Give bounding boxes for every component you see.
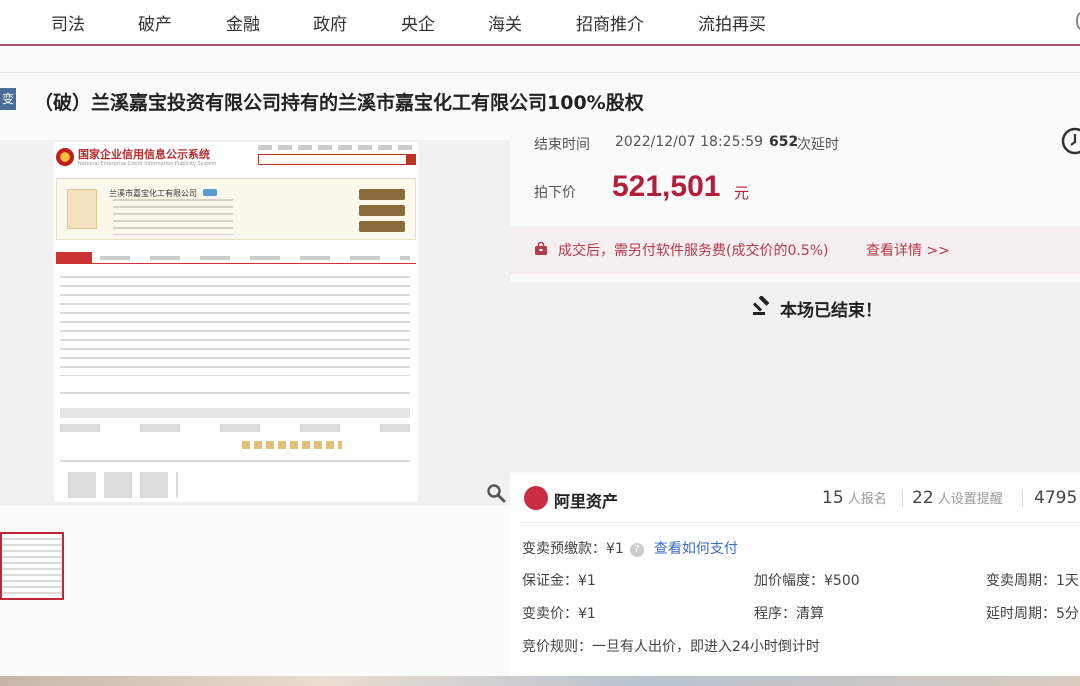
procedure: 程序：清算	[754, 606, 824, 622]
doc-button	[359, 205, 405, 216]
doc-search-icon	[406, 154, 416, 165]
nav-item-finance[interactable]: 金融	[226, 10, 260, 35]
extend-count: 652	[769, 134, 799, 150]
doc-tab-active	[56, 252, 92, 264]
nav-edge-icon	[1076, 12, 1080, 30]
price-label: 拍下价	[534, 185, 576, 201]
license-icon	[67, 189, 97, 229]
final-price: 521,501	[612, 170, 721, 203]
extend-suffix: 次延时	[797, 137, 839, 153]
doc-registration-info	[60, 276, 410, 376]
thumbnail-preview	[2, 538, 62, 596]
views-count: 4795	[1034, 488, 1078, 508]
status-badge	[203, 189, 217, 196]
deposit: 保证金：¥1	[522, 573, 596, 589]
reminder-clock-icon[interactable]	[1060, 126, 1080, 156]
nav-item-judicial[interactable]: 司法	[51, 10, 85, 35]
reminder-stat: 22 人设置提醒	[912, 488, 1003, 508]
doc-button	[359, 221, 405, 232]
prepay-row: 变卖预缴款：¥1? 查看如何支付	[522, 538, 738, 558]
delay-period: 延时周期：5分	[986, 606, 1079, 622]
doc-system-en: National Enterprise Credit Information P…	[78, 161, 217, 167]
divider	[0, 72, 1080, 73]
help-icon[interactable]: ?	[629, 543, 644, 557]
doc-section-heading	[60, 460, 410, 466]
doc-people	[68, 472, 178, 498]
sale-price: 变卖价：¥1	[522, 606, 596, 622]
reminder-label: 人设置提醒	[937, 492, 1003, 507]
end-time-label: 结束时间	[534, 137, 590, 153]
divider	[520, 522, 1080, 523]
views-stat: 4795	[1034, 488, 1077, 508]
doc-tab-labels	[100, 256, 410, 260]
company-details	[113, 199, 233, 235]
auction-status-panel: 本场已结束！	[510, 282, 1080, 472]
lot-type-badge: 变	[0, 88, 16, 110]
nav-item-relist[interactable]: 流拍再买	[698, 10, 766, 35]
nav-item-government[interactable]: 政府	[313, 10, 347, 35]
ali-assets-logo-icon	[524, 486, 548, 510]
view-details-link[interactable]: 查看详情 >>	[866, 240, 950, 260]
nav-item-central-enterprise[interactable]: 央企	[401, 10, 435, 35]
doc-table-row	[60, 424, 410, 432]
signup-label: 人报名	[847, 492, 887, 507]
end-time-value: 2022/12/07 18:25:59	[615, 134, 764, 150]
price-unit: 元	[734, 184, 750, 202]
doc-pager	[242, 441, 342, 449]
doc-section-heading	[60, 392, 410, 400]
doc-company-name: 兰溪市嘉宝化工有限公司	[109, 189, 197, 198]
page-title: （破）兰溪嘉宝投资有限公司持有的兰溪市嘉宝化工有限公司100%股权	[34, 92, 644, 114]
nav-item-customs[interactable]: 海关	[488, 10, 522, 35]
zoom-icon[interactable]	[486, 483, 506, 503]
service-fee-notice: 成交后，需另付软件服务费(成交价的0.5%) 查看详情 >>	[510, 226, 1080, 274]
auction-ended-text: 本场已结束！	[780, 301, 882, 321]
service-fee-text: 成交后，需另付软件服务费(成交价的0.5%)	[558, 243, 829, 259]
bid-increment: 加价幅度：¥500	[754, 573, 860, 589]
national-emblem-icon	[56, 148, 74, 166]
company-card: 兰溪市嘉宝化工有限公司	[56, 178, 416, 240]
doc-tabs	[56, 252, 416, 264]
doc-table-header	[60, 408, 410, 418]
how-to-pay-link[interactable]: 查看如何支付	[654, 541, 738, 557]
doc-system-name: 国家企业信用信息公示系统	[78, 148, 210, 161]
signup-count: 15	[822, 488, 844, 508]
top-nav: 司法 破产 金融 政府 央企 海关 招商推介 流拍再买	[0, 0, 1080, 46]
document-screenshot: 国家企业信用信息公示系统 National Enterprise Credit …	[54, 142, 418, 502]
main-image[interactable]: 国家企业信用信息公示系统 National Enterprise Credit …	[0, 140, 510, 505]
nav-item-investment[interactable]: 招商推介	[576, 10, 644, 35]
signup-stat: 15 人报名	[822, 488, 887, 508]
sale-period: 变卖周期：1天	[986, 573, 1079, 589]
image-thumbnail[interactable]	[0, 532, 64, 600]
stat-separator	[1022, 490, 1023, 508]
doc-top-links	[258, 145, 412, 150]
nav-item-bankruptcy[interactable]: 破产	[138, 10, 172, 35]
reminder-count: 22	[912, 488, 934, 508]
stat-separator	[902, 490, 903, 508]
doc-header: 国家企业信用信息公示系统 National Enterprise Credit …	[54, 142, 418, 172]
background-strip	[0, 676, 1080, 686]
doc-button	[359, 189, 405, 200]
bag-icon	[535, 242, 547, 255]
prepay-text: 变卖预缴款：¥1	[522, 541, 624, 557]
platform-name: 阿里资产	[554, 492, 619, 511]
doc-search-box	[258, 154, 412, 165]
bidding-rule: 竞价规则：一旦有人出价，即进入24小时倒计时	[522, 639, 820, 655]
auction-details-panel: 阿里资产 15 人报名 22 人设置提醒 4795 变卖预缴款：¥1? 查看如何支…	[510, 474, 1080, 676]
gavel-icon	[752, 296, 770, 315]
